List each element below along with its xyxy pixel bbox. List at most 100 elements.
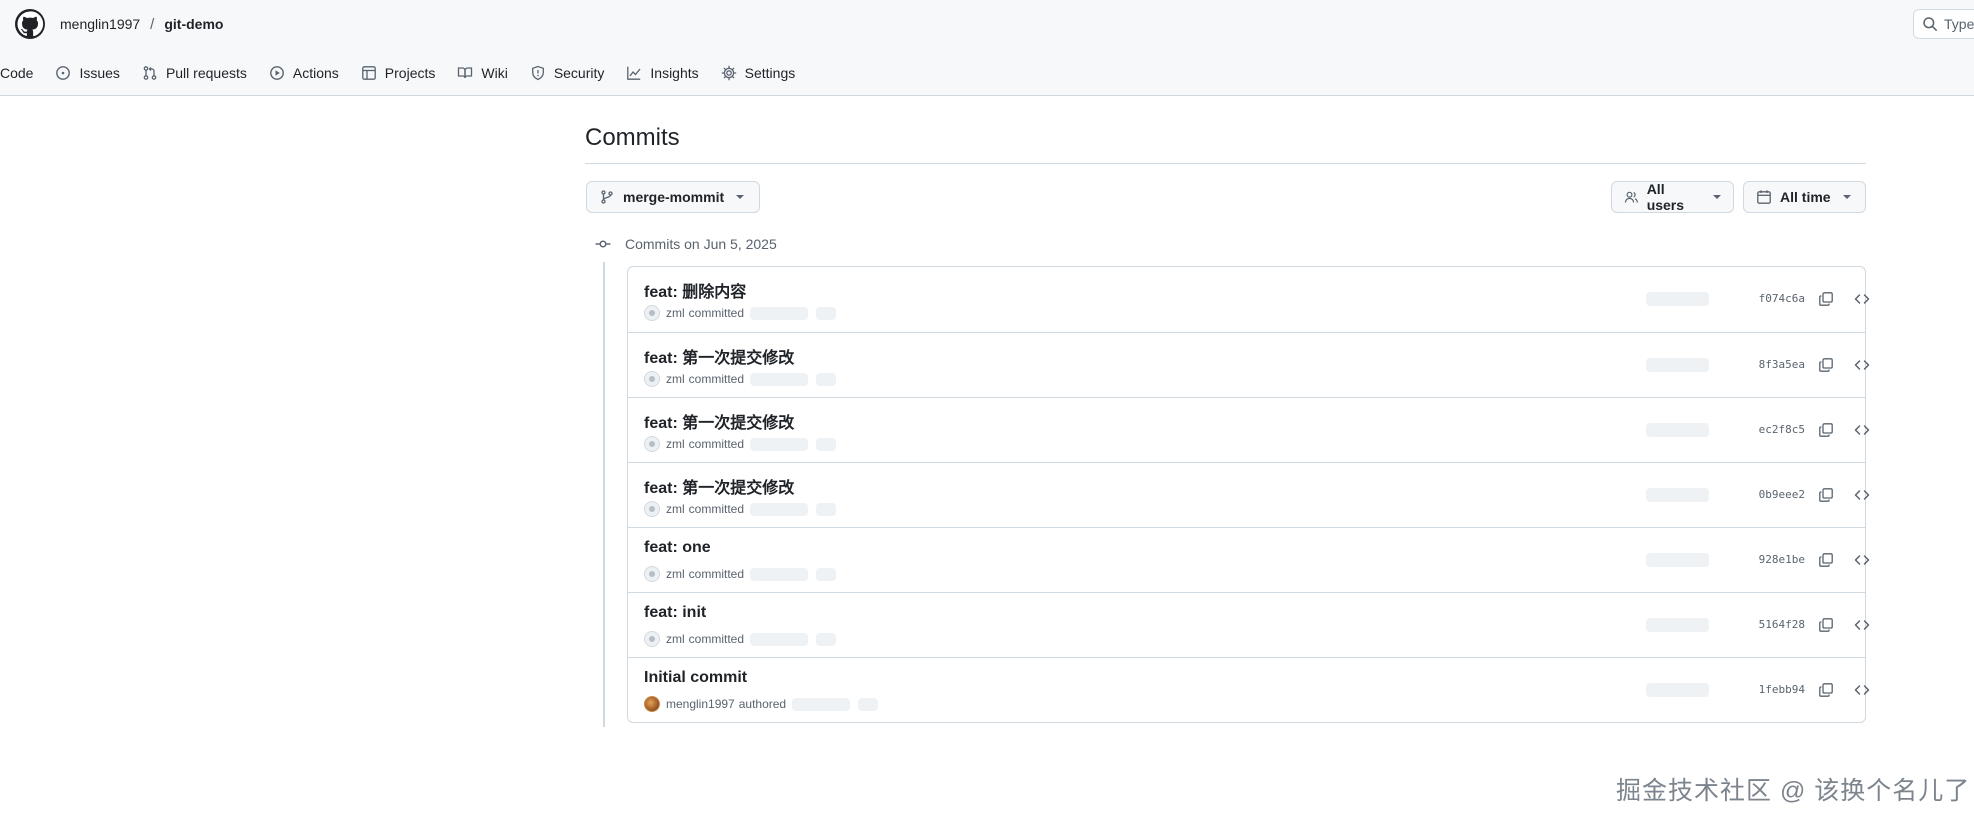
avatar[interactable] bbox=[644, 305, 660, 321]
commit-message-link[interactable]: feat: 第一次提交修改 bbox=[644, 344, 794, 368]
copy-icon bbox=[1818, 357, 1834, 373]
code-icon bbox=[1854, 357, 1870, 373]
browse-repo-button[interactable] bbox=[1852, 420, 1872, 440]
tab-issues[interactable]: Issues bbox=[55, 58, 129, 88]
avatar[interactable] bbox=[644, 371, 660, 387]
users-filter-button[interactable]: All users bbox=[1611, 181, 1734, 213]
browse-repo-button[interactable] bbox=[1852, 485, 1872, 505]
timestamp-placeholder bbox=[792, 697, 851, 711]
watermark: 掘金技术社区 @ 该换个名儿了 bbox=[1616, 777, 1971, 805]
owner-link[interactable]: menglin1997 bbox=[60, 16, 140, 32]
commit-sha-link[interactable]: 5164f28 bbox=[1725, 618, 1805, 631]
commit-row: Initial commit menglin1997 authored 1febb94 bbox=[628, 657, 1870, 722]
search-placeholder: Type bbox=[1944, 16, 1974, 32]
copy-icon bbox=[1818, 552, 1834, 568]
browse-repo-button[interactable] bbox=[1852, 289, 1872, 309]
tab-wiki[interactable]: Wiki bbox=[457, 58, 517, 88]
breadcrumb: menglin1997 / git-demo bbox=[60, 14, 223, 34]
commit-author[interactable]: zml bbox=[666, 372, 685, 386]
commit-message-link[interactable]: feat: 第一次提交修改 bbox=[644, 474, 794, 498]
issue-icon bbox=[55, 65, 71, 81]
github-logo-icon[interactable] bbox=[15, 9, 45, 39]
tab-insights[interactable]: Insights bbox=[626, 58, 708, 88]
avatar[interactable] bbox=[644, 566, 660, 582]
branch-name: merge-mommit bbox=[623, 189, 725, 205]
tab-wiki-label: Wiki bbox=[481, 65, 508, 81]
commit-meta: zml committed bbox=[644, 305, 837, 321]
repo-link[interactable]: git-demo bbox=[164, 16, 223, 32]
commit-row: feat: 第一次提交修改 zml committed 0b9eee2 bbox=[628, 462, 1870, 527]
commit-sha-link[interactable]: 0b9eee2 bbox=[1725, 488, 1805, 501]
search-input[interactable]: Type bbox=[1913, 9, 1974, 39]
time-filter-label: All time bbox=[1780, 189, 1831, 205]
commit-row: feat: 删除内容 zml committed f074c6a bbox=[628, 267, 1870, 332]
commit-message-link[interactable]: feat: 第一次提交修改 bbox=[644, 409, 794, 433]
commit-message-link[interactable]: feat: init bbox=[644, 604, 706, 622]
branch-select-button[interactable]: merge-mommit bbox=[586, 181, 760, 213]
tab-security[interactable]: Security bbox=[530, 58, 615, 88]
copy-sha-button[interactable] bbox=[1816, 289, 1836, 309]
gear-icon bbox=[721, 65, 737, 81]
browse-repo-button[interactable] bbox=[1852, 680, 1872, 700]
avatar[interactable] bbox=[644, 631, 660, 647]
branch-icon bbox=[601, 190, 613, 204]
commit-sha-link[interactable]: ec2f8c5 bbox=[1725, 423, 1805, 436]
timeline-line bbox=[603, 262, 605, 727]
commit-author[interactable]: zml bbox=[666, 567, 685, 581]
tab-code[interactable]: Code bbox=[0, 58, 43, 88]
copy-sha-button[interactable] bbox=[1816, 680, 1836, 700]
avatar[interactable] bbox=[644, 696, 660, 712]
status-placeholder bbox=[858, 697, 879, 711]
commit-message-link[interactable]: feat: one bbox=[644, 539, 711, 557]
commit-row: feat: 第一次提交修改 zml committed ec2f8c5 bbox=[628, 397, 1870, 462]
badge-placeholder bbox=[1646, 292, 1709, 306]
browse-repo-button[interactable] bbox=[1852, 355, 1872, 375]
browse-repo-button[interactable] bbox=[1852, 550, 1872, 570]
commit-author[interactable]: menglin1997 bbox=[666, 697, 735, 711]
tab-pull-requests-label: Pull requests bbox=[165, 65, 247, 81]
commit-message-link[interactable]: Initial commit bbox=[644, 669, 747, 687]
tab-actions[interactable]: Actions bbox=[269, 58, 349, 88]
commit-sha-link[interactable]: 8f3a5ea bbox=[1725, 358, 1805, 371]
avatar[interactable] bbox=[644, 501, 660, 517]
copy-sha-button[interactable] bbox=[1816, 485, 1836, 505]
tab-projects-label: Projects bbox=[384, 65, 436, 81]
tab-code-label: Code bbox=[0, 65, 34, 81]
badge-placeholder bbox=[1646, 553, 1709, 567]
commit-meta: zml committed bbox=[644, 436, 837, 452]
code-icon bbox=[1854, 552, 1870, 568]
timestamp-placeholder bbox=[750, 502, 809, 516]
chevron-down-icon bbox=[1713, 195, 1721, 199]
commit-message-link[interactable]: feat: 删除内容 bbox=[644, 278, 746, 302]
timestamp-placeholder bbox=[750, 306, 809, 320]
timestamp-placeholder bbox=[750, 372, 809, 386]
commit-sha-link[interactable]: 1febb94 bbox=[1725, 683, 1805, 696]
commit-author[interactable]: zml bbox=[666, 632, 685, 646]
shield-icon bbox=[530, 65, 546, 81]
time-filter-button[interactable]: All time bbox=[1743, 181, 1866, 213]
code-icon bbox=[1854, 682, 1870, 698]
commit-meta: zml committed bbox=[644, 501, 837, 517]
avatar[interactable] bbox=[644, 436, 660, 452]
tab-settings[interactable]: Settings bbox=[721, 58, 806, 88]
commit-sha-link[interactable]: f074c6a bbox=[1725, 292, 1805, 305]
browse-repo-button[interactable] bbox=[1852, 615, 1872, 635]
commit-author[interactable]: zml bbox=[666, 306, 685, 320]
copy-sha-button[interactable] bbox=[1816, 355, 1836, 375]
commit-list: feat: 删除内容 zml committed f074c6a feat: 第一次提交… bbox=[627, 266, 1870, 723]
commit-verb: committed bbox=[688, 502, 745, 516]
tab-projects[interactable]: Projects bbox=[361, 58, 446, 88]
commit-sha-link[interactable]: 928e1be bbox=[1725, 553, 1805, 566]
copy-sha-button[interactable] bbox=[1816, 550, 1836, 570]
copy-icon bbox=[1818, 682, 1834, 698]
commit-author[interactable]: zml bbox=[666, 502, 685, 516]
commit-verb: committed bbox=[688, 306, 745, 320]
commit-row: feat: one zml committed 928e1be bbox=[628, 527, 1870, 592]
copy-sha-button[interactable] bbox=[1816, 420, 1836, 440]
chevron-down-icon bbox=[736, 195, 745, 199]
commit-author[interactable]: zml bbox=[666, 437, 685, 451]
tab-pull-requests[interactable]: Pull requests bbox=[142, 58, 257, 88]
copy-sha-button[interactable] bbox=[1816, 615, 1836, 635]
pull-request-icon bbox=[142, 65, 158, 81]
commit-verb: committed bbox=[688, 632, 745, 646]
